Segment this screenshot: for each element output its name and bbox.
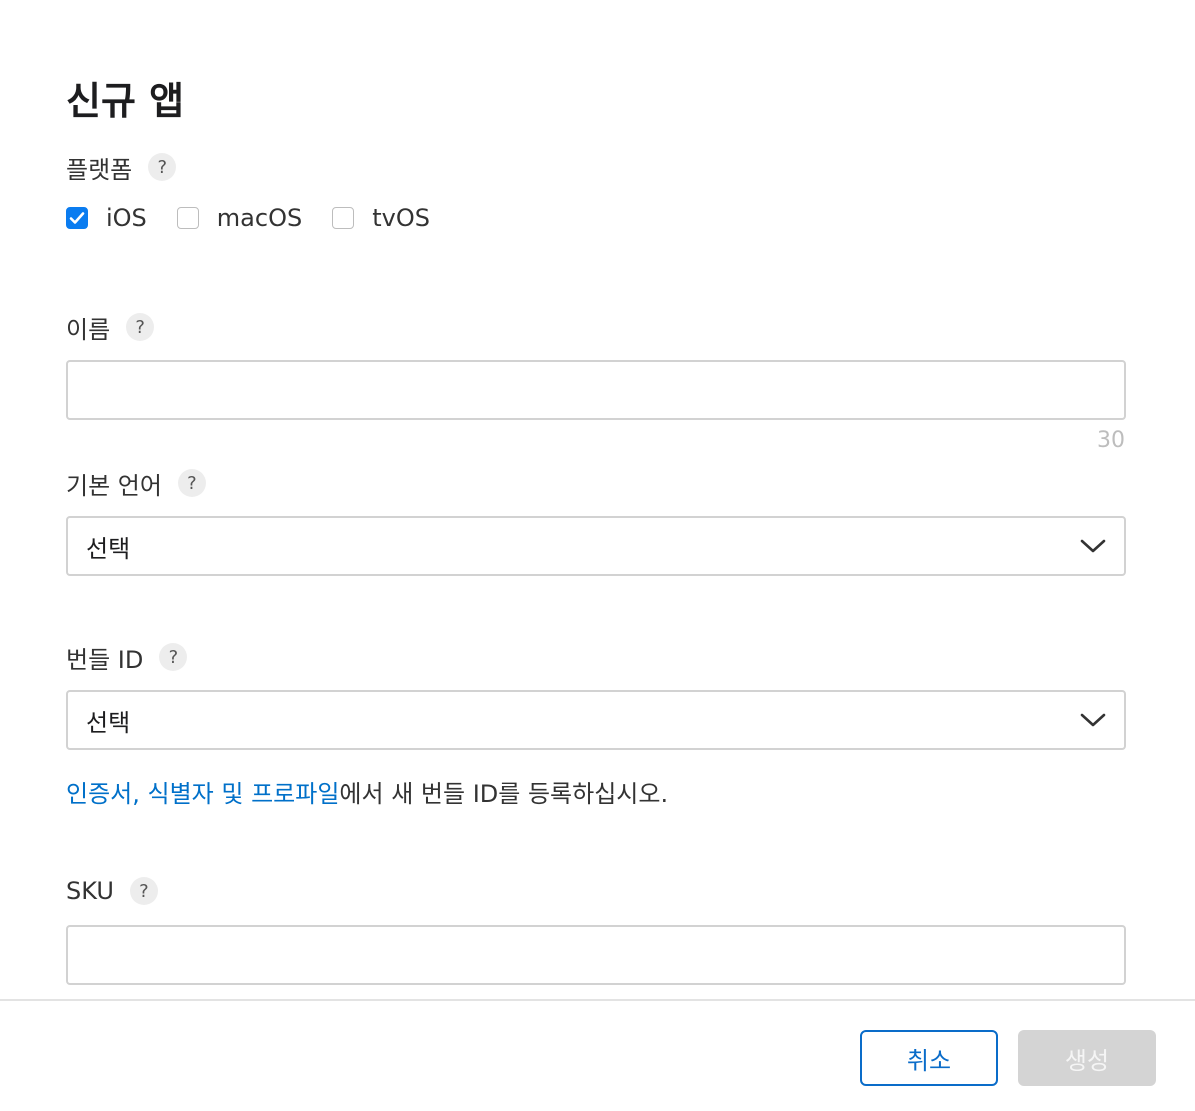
- bundle-id-select[interactable]: 선택: [66, 690, 1126, 750]
- create-button[interactable]: 생성: [1018, 1030, 1156, 1086]
- chevron-down-icon: [1080, 713, 1106, 727]
- sku-label: SKU: [66, 877, 114, 905]
- bundle-id-selected-value: 선택: [86, 708, 131, 737]
- platform-options: iOS macOS tvOS: [66, 204, 460, 232]
- bundle-id-info-text: 에서 새 번들 ID를 등록하십시오.: [339, 780, 669, 808]
- platform-help-icon[interactable]: ?: [148, 153, 177, 181]
- language-select[interactable]: 선택: [66, 516, 1126, 576]
- tvos-checkbox[interactable]: [332, 207, 355, 229]
- bundle-id-help-icon[interactable]: ?: [159, 643, 188, 671]
- platform-label: 플랫폼: [66, 155, 133, 184]
- platform-tvos-option[interactable]: tvOS: [332, 204, 430, 232]
- cancel-button[interactable]: 취소: [860, 1030, 998, 1086]
- tvos-label: tvOS: [372, 204, 430, 232]
- footer-divider: [0, 999, 1195, 1001]
- checkmark-icon: [69, 212, 85, 224]
- language-selected-value: 선택: [86, 534, 131, 563]
- platform-label-row: 플랫폼 ?: [66, 150, 177, 184]
- language-label: 기본 언어: [66, 471, 162, 500]
- name-input[interactable]: [66, 360, 1126, 420]
- certificates-identifiers-profiles-link[interactable]: 인증서, 식별자 및 프로파일: [66, 780, 339, 808]
- platform-ios-option[interactable]: iOS: [66, 204, 147, 232]
- macos-label: macOS: [216, 204, 303, 232]
- bundle-id-label: 번들 ID: [66, 645, 144, 674]
- ios-label: iOS: [106, 204, 147, 232]
- ios-checkbox[interactable]: [66, 207, 88, 229]
- chevron-down-icon: [1080, 539, 1106, 553]
- sku-input[interactable]: [66, 925, 1126, 985]
- sku-label-row: SKU ?: [66, 874, 158, 908]
- name-char-counter: 30: [1097, 428, 1125, 453]
- language-label-row: 기본 언어 ?: [66, 466, 206, 500]
- platform-macos-option[interactable]: macOS: [176, 204, 303, 232]
- name-help-icon[interactable]: ?: [126, 313, 155, 341]
- sku-help-icon[interactable]: ?: [129, 877, 158, 905]
- bundle-id-label-row: 번들 ID ?: [66, 640, 188, 674]
- name-label-row: 이름 ?: [66, 310, 155, 344]
- macos-checkbox[interactable]: [176, 207, 199, 229]
- name-label: 이름: [66, 315, 111, 344]
- page-title: 신규 앱: [66, 79, 185, 123]
- bundle-id-info: 인증서, 식별자 및 프로파일에서 새 번들 ID를 등록하십시오.: [66, 774, 668, 809]
- language-help-icon[interactable]: ?: [177, 469, 206, 497]
